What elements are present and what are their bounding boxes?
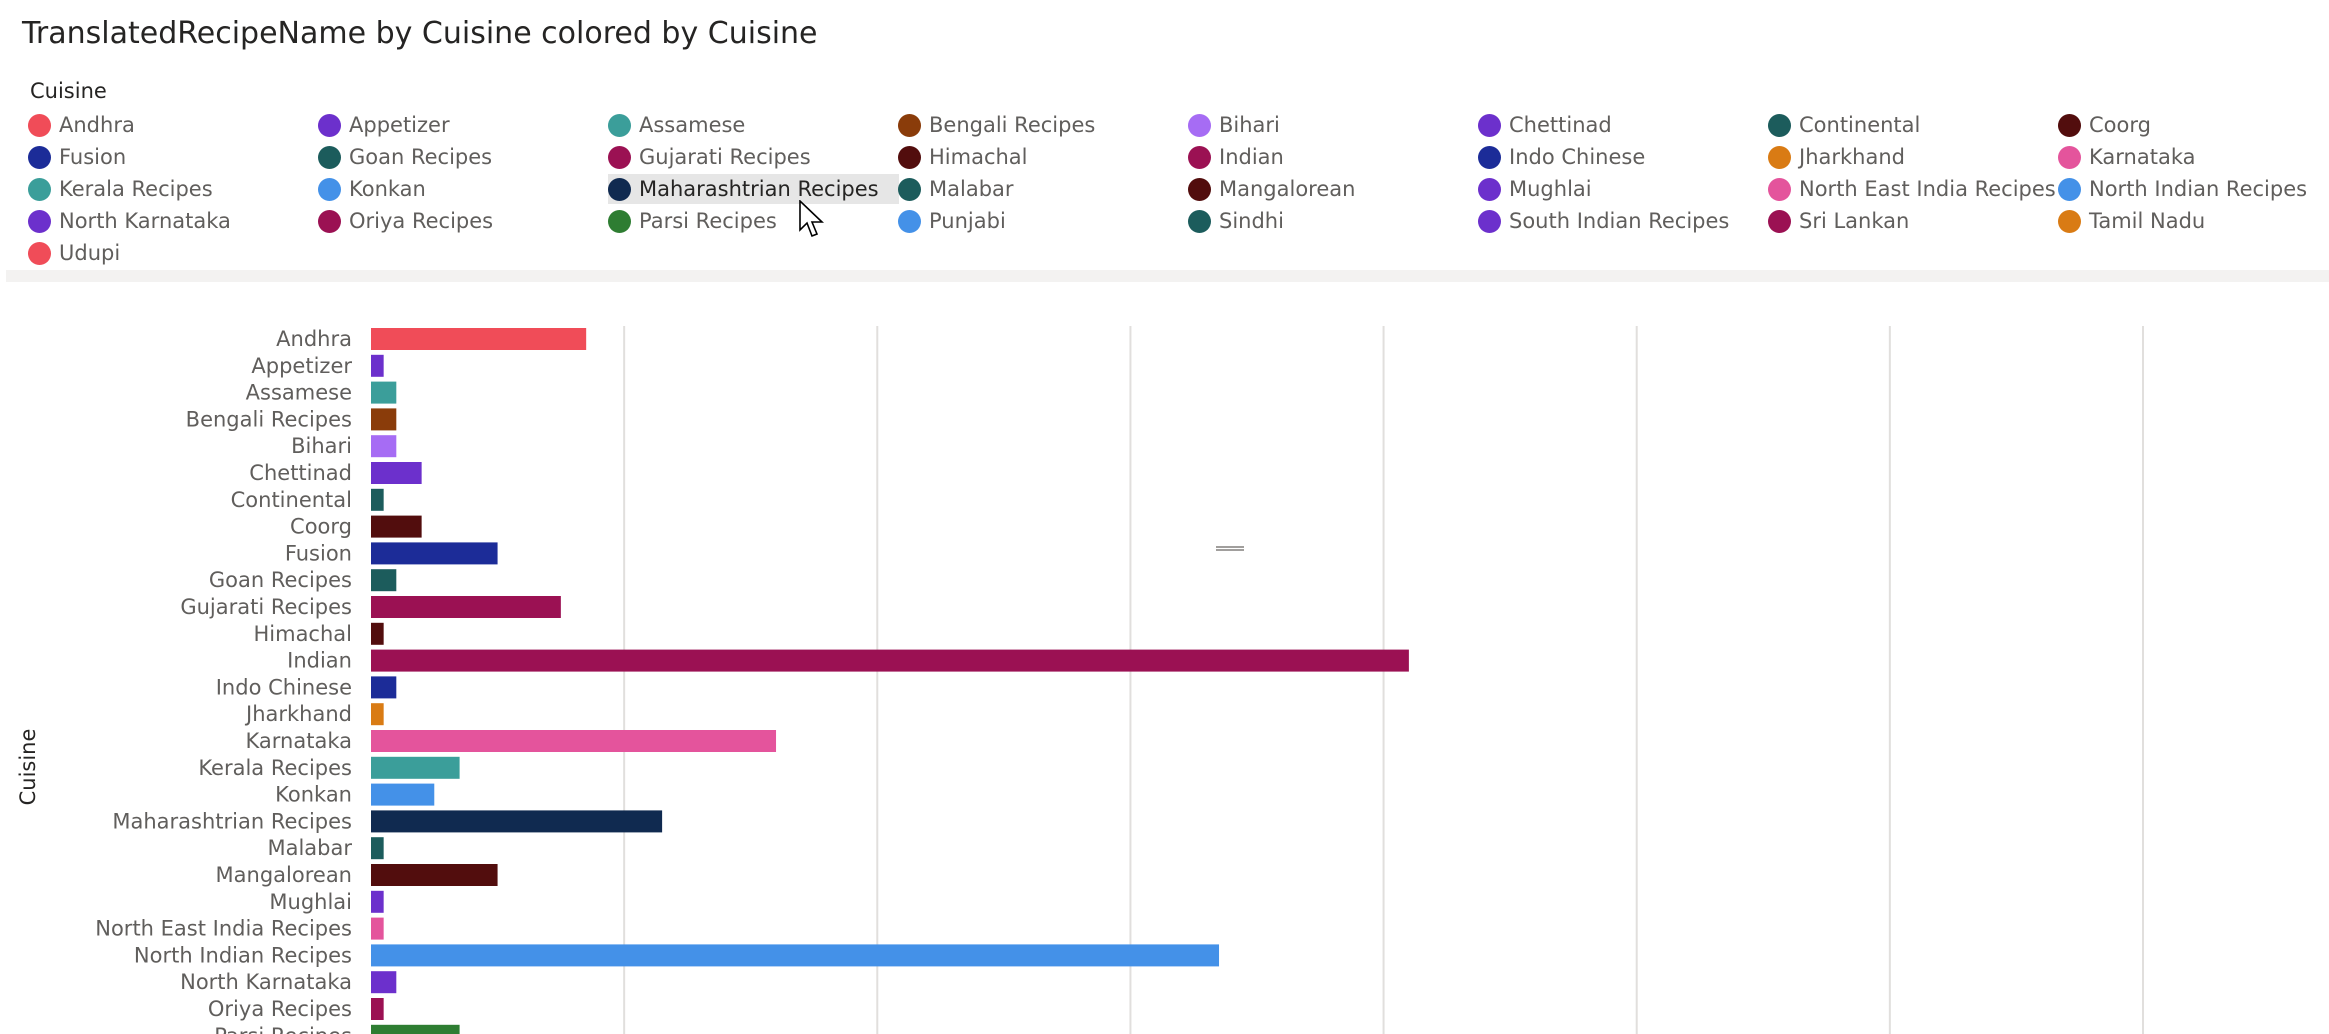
category-tick-label: Mughlai: [269, 890, 352, 914]
bar[interactable]: [371, 515, 422, 538]
bar[interactable]: [371, 542, 498, 565]
category-tick-label: Himachal: [253, 622, 352, 646]
bar[interactable]: [371, 676, 397, 699]
category-tick-label: Jharkhand: [244, 702, 352, 726]
bar[interactable]: [371, 408, 397, 431]
bar[interactable]: [371, 730, 777, 752]
category-tick-label: Continental: [231, 488, 352, 512]
category-tick-label: Parsi Recipes: [214, 1024, 352, 1034]
category-tick-label: Coorg: [290, 515, 352, 539]
mouse-pointer-icon: [799, 200, 824, 238]
category-tick-label: Chettinad: [249, 461, 352, 485]
bar[interactable]: [371, 1024, 460, 1034]
bar-chart: Andhra Appetizer AssameseBengali Recipes Bi…: [95, 326, 2144, 1034]
bar[interactable]: [371, 864, 498, 886]
bar[interactable]: [371, 917, 384, 940]
category-tick-label: Kerala Recipes: [198, 756, 352, 780]
bar[interactable]: [371, 756, 460, 779]
bar[interactable]: [371, 703, 384, 726]
category-tick-label: Assamese: [246, 381, 352, 405]
category-tick-label: Andhra: [276, 327, 352, 351]
bar[interactable]: [371, 596, 561, 618]
category-tick-label: Fusion: [285, 541, 352, 565]
category-tick-label: North East India Recipes: [95, 917, 352, 941]
bar[interactable]: [371, 944, 1220, 967]
category-tick-label: Gujarati Recipes: [180, 595, 352, 619]
category-tick-label: Oriya Recipes: [208, 997, 352, 1021]
bar[interactable]: [371, 649, 1409, 672]
bar[interactable]: [371, 971, 397, 994]
bar[interactable]: [371, 998, 384, 1020]
bar[interactable]: [371, 435, 397, 458]
category-tick-label: Goan Recipes: [209, 568, 352, 592]
bar[interactable]: [371, 810, 663, 833]
category-tick-label: Mangalorean: [216, 863, 352, 887]
bar[interactable]: [371, 622, 384, 645]
bar[interactable]: [371, 837, 384, 860]
category-tick-label: Karnataka: [246, 729, 352, 753]
bar[interactable]: [371, 381, 397, 404]
bar[interactable]: [371, 890, 384, 913]
category-tick-label: Malabar: [267, 836, 352, 860]
bar[interactable]: [371, 569, 397, 592]
bar[interactable]: [371, 328, 587, 350]
category-tick-label: North Karnataka: [180, 970, 352, 994]
bar[interactable]: [371, 354, 384, 377]
category-tick-label: Konkan: [275, 783, 352, 807]
bar[interactable]: [371, 488, 384, 511]
category-tick-label: Bengali Recipes: [186, 407, 352, 431]
category-tick-label: Indo Chinese: [216, 675, 352, 699]
category-tick-label: North Indian Recipes: [134, 943, 352, 967]
category-tick-label: Indian: [287, 649, 352, 673]
category-tick-label: Appetizer: [251, 354, 352, 378]
category-tick-label: Maharashtrian Recipes: [112, 809, 352, 833]
bar[interactable]: [371, 462, 422, 484]
category-tick-label: Bihari: [291, 434, 352, 458]
bar[interactable]: [371, 783, 435, 806]
